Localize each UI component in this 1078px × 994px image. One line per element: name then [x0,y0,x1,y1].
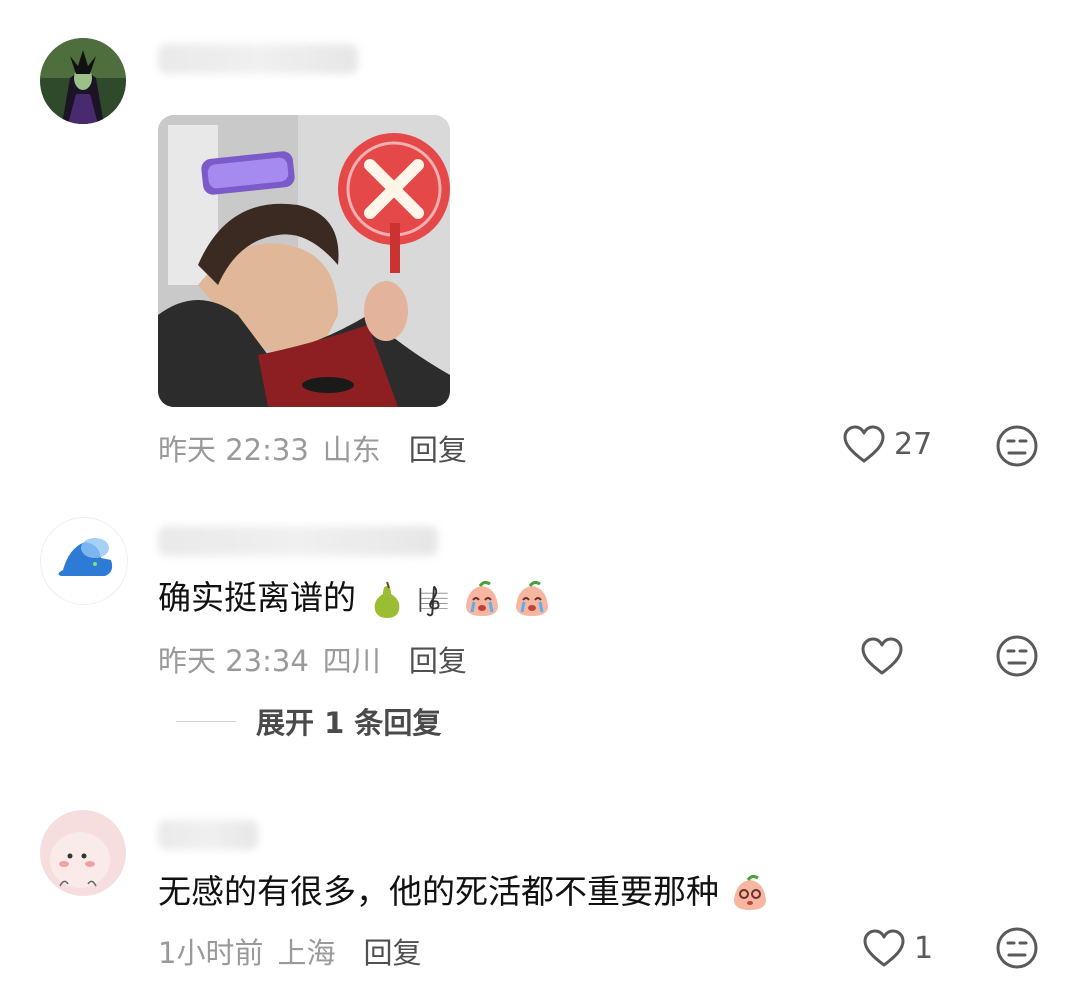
avatar-image [40,38,126,124]
expand-replies-label: 展开 1 条回复 [256,706,442,740]
crying-peach-emoji [465,580,498,616]
heart-outline-icon [843,425,885,463]
avatar[interactable] [40,517,128,605]
comment-image[interactable] [158,115,450,407]
meh-face-icon [996,927,1038,969]
username-blurred[interactable] [158,820,258,850]
comment-body: 确实挺离谱的 [158,578,356,617]
pear-emoji [374,581,399,618]
avatar[interactable] [40,38,126,124]
meh-face-icon [996,635,1038,677]
divider [176,720,236,722]
crying-peach-emoji [516,580,548,616]
comment-meta: 1小时前 上海 回复 [158,930,435,972]
comment-location: 四川 [322,644,381,678]
shy-peach-emoji [733,874,766,910]
like-count: 27 [894,426,933,462]
avatar-image [41,518,127,604]
treble-clef-emoji [419,585,448,616]
avatar[interactable] [40,810,126,896]
comment-location: 山东 [322,433,381,467]
username-blurred[interactable] [158,526,438,556]
heart-outline-icon [861,637,903,675]
reply-button[interactable]: 回复 [409,644,467,678]
reply-button[interactable]: 回复 [363,936,421,970]
comment-body: 无感的有很多，他的死活都不重要那种 [158,872,719,911]
comment-location: 上海 [277,936,336,970]
comment-timestamp: 1小时前 [158,936,264,970]
comment-meta: 昨天 22:33 山东 回复 [158,427,481,469]
comment-text: 无感的有很多，他的死活都不重要那种 [158,870,770,914]
dislike-button[interactable] [995,424,1039,468]
comment-timestamp: 昨天 22:33 [158,433,309,467]
meh-face-icon [996,425,1038,467]
avatar-image [40,810,126,896]
photo-content [158,115,450,407]
like-button[interactable]: 1 [862,928,933,968]
comment-meta: 昨天 23:34 四川 回复 [158,638,481,680]
reply-button[interactable]: 回复 [409,433,467,467]
comment-text: 确实挺离谱的 [158,576,552,620]
heart-outline-icon [863,929,905,967]
dislike-button[interactable] [995,926,1039,970]
comment-timestamp: 昨天 23:34 [158,644,309,678]
username-blurred[interactable] [158,44,358,74]
dislike-button[interactable] [995,634,1039,678]
like-button[interactable]: 27 [842,424,932,464]
like-button[interactable] [860,636,912,676]
comment-list: 昨天 22:33 山东 回复 27 确实挺离谱的 昨天 23:34 四川 回复 … [0,0,1078,994]
expand-replies-button[interactable]: 展开 1 条回复 [176,700,441,742]
like-count: 1 [914,930,934,966]
